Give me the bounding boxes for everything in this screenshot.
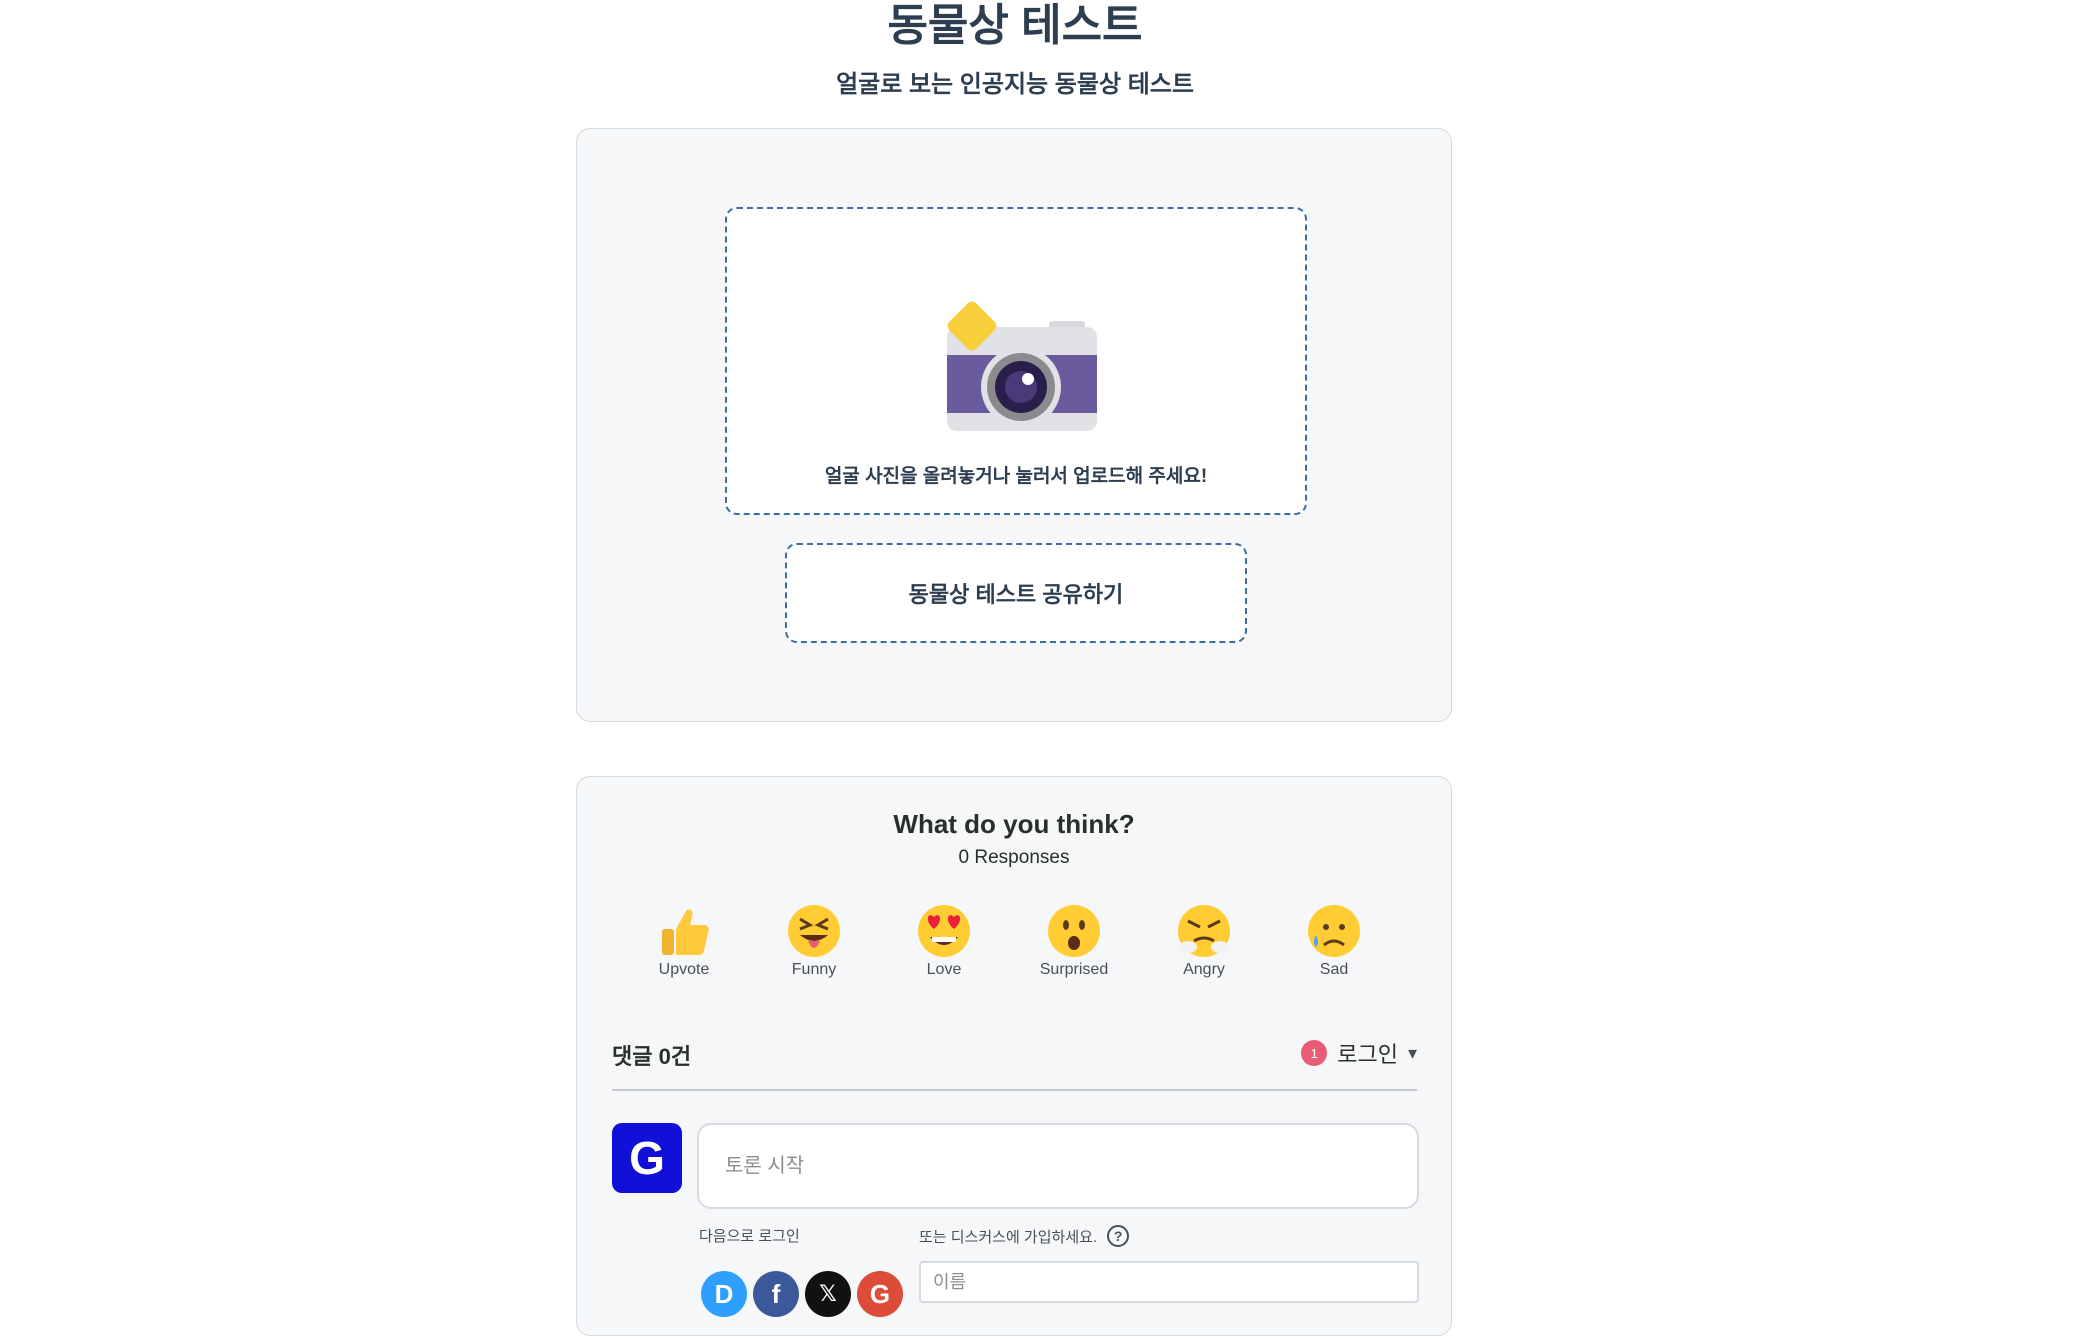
comment-input[interactable] [697,1123,1419,1209]
x-login-icon[interactable]: 𝕏 [805,1271,851,1317]
divider [612,1089,1417,1091]
reaction-love[interactable]: Love [899,903,989,979]
angry-face-icon [1178,905,1230,957]
login-label: 로그인 [1337,1042,1398,1067]
avatar: G [612,1123,682,1193]
reactions-bar: Upvote Funny Love Surprised Angry Sad [639,903,1415,983]
page-subtitle: 얼굴로 보는 인공지능 동물상 테스트 [836,71,1194,98]
upload-card: 얼굴 사진을 올려놓거나 눌러서 업로드해 주세요! 동물상 테스트 공유하기 [576,128,1452,722]
upload-instruction: 얼굴 사진을 올려놓거나 눌러서 업로드해 주세요! [824,466,1208,487]
google-login-icon[interactable]: G [857,1271,903,1317]
signup-prompt: 또는 디스커스에 가입하세요. ? [919,1225,1130,1247]
social-login-buttons: D f 𝕏 G [701,1271,903,1317]
comments-count: 댓글 0건 [612,1044,692,1069]
reactions-question: What do you think? [893,809,1135,839]
reaction-label: Upvote [658,961,710,978]
chevron-down-icon: ▾ [1407,1042,1417,1063]
name-field[interactable] [919,1261,1419,1303]
reaction-funny[interactable]: Funny [769,903,859,979]
reaction-sad[interactable]: Sad [1289,903,1379,979]
heart-eyes-icon [918,905,970,957]
tongue-face-icon [788,905,840,957]
disqus-login-icon[interactable]: D [701,1271,747,1317]
reaction-label: Love [926,961,962,978]
login-menu[interactable]: 1 로그인 ▾ [1301,1037,1417,1069]
signup-text: 또는 디스커스에 가입하세요. [919,1228,1098,1246]
sad-face-icon [1308,905,1360,957]
facebook-login-icon[interactable]: f [753,1271,799,1317]
notification-badge: 1 [1301,1040,1328,1066]
thumbs-up-icon [662,909,709,955]
disqus-card: What do you think? 0 Responses Upvote Fu… [576,776,1452,1336]
login-with-label: 다음으로 로그인 [699,1228,800,1245]
photo-dropzone[interactable]: 얼굴 사진을 올려놓거나 눌러서 업로드해 주세요! [725,207,1307,515]
reaction-surprised[interactable]: Surprised [1029,903,1119,979]
surprised-face-icon [1048,905,1100,957]
camera-icon [947,301,1097,431]
reaction-label: Angry [1183,961,1225,978]
reaction-angry[interactable]: Angry [1159,903,1249,979]
responses-count: 0 Responses [958,847,1070,868]
reaction-label: Surprised [1039,961,1109,978]
help-icon[interactable]: ? [1107,1225,1130,1247]
reaction-label: Funny [791,961,837,978]
page-title: 동물상 테스트 [887,1,1143,50]
reaction-label: Sad [1319,961,1349,978]
reaction-upvote[interactable]: Upvote [639,903,729,979]
share-test-button[interactable]: 동물상 테스트 공유하기 [785,543,1247,643]
